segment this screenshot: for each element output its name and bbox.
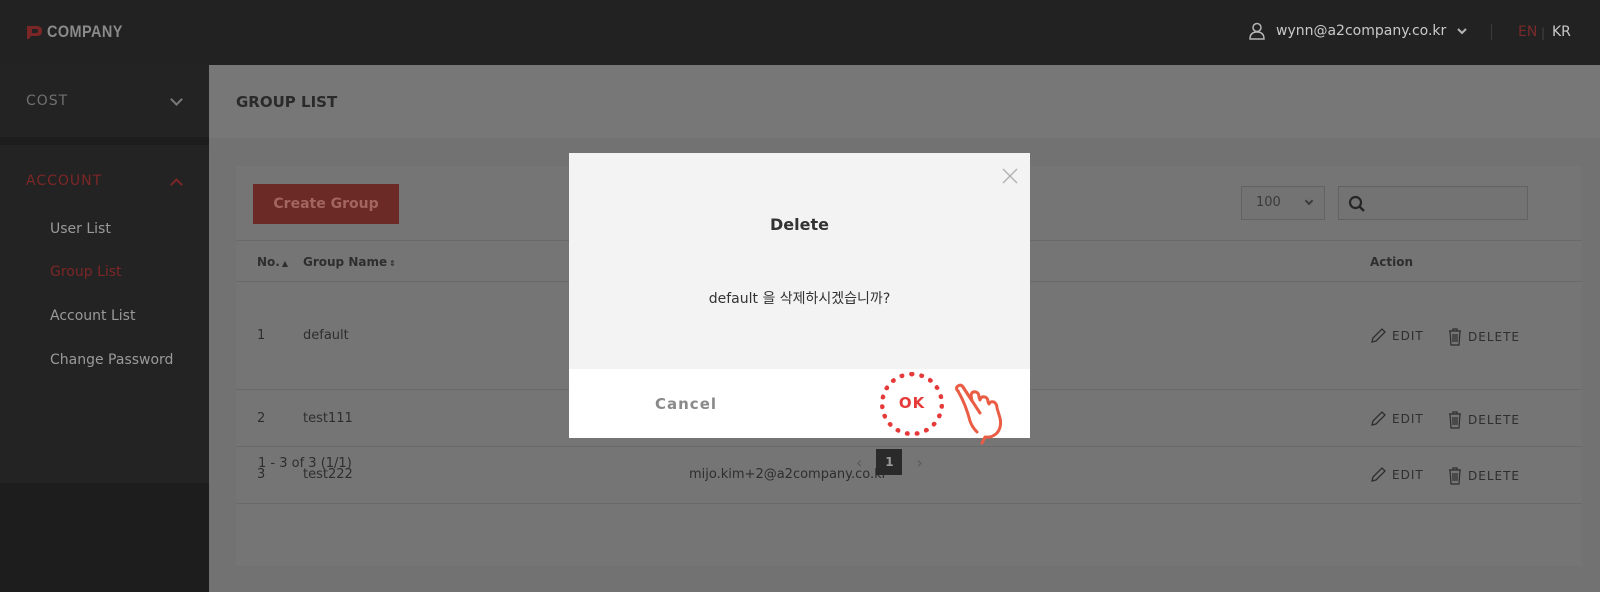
dialog-footer: Cancel OK <box>569 369 1030 445</box>
trash-icon <box>1449 411 1461 429</box>
dialog-message: default 을 삭제하시겠습니까? <box>708 291 891 307</box>
sidebar-section-account[interactable]: ACCOUNT User List Group List Account Lis… <box>0 145 209 483</box>
sidebar-item-user-list[interactable]: User List <box>50 221 111 237</box>
logo-text: COMPANY <box>47 22 123 41</box>
group-name: test111 <box>303 411 353 426</box>
user-email: wynn@a2company.co.kr <box>1276 23 1447 39</box>
page-title-bar: GROUP LIST <box>209 65 1600 138</box>
column-header-group-name[interactable]: Group Name ⇕ <box>303 255 396 269</box>
delete-button[interactable]: DELETE <box>1447 327 1520 347</box>
pointing-hand-icon <box>955 383 1003 445</box>
company-logo[interactable]: COMPANY <box>25 22 136 42</box>
sidebar: COST ACCOUNT User List Group List Accoun… <box>0 65 209 592</box>
sidebar-item-change-password[interactable]: Change Password <box>50 352 173 368</box>
edit-button[interactable]: EDIT <box>1369 410 1424 428</box>
chevron-up-icon <box>170 178 183 191</box>
user-icon <box>1249 22 1265 40</box>
delete-button[interactable]: DELETE <box>1447 410 1520 430</box>
header-divider <box>1491 24 1492 40</box>
page-number-button[interactable]: 1 <box>876 449 903 475</box>
sidebar-section-label: COST <box>26 93 69 109</box>
dialog-title: Delete <box>770 215 829 234</box>
search-input[interactable] <box>1338 186 1528 220</box>
pencil-icon <box>1371 411 1386 426</box>
page-title: GROUP LIST <box>236 93 338 111</box>
row-number: 2 <box>257 411 266 426</box>
close-icon[interactable] <box>1001 167 1019 185</box>
chevron-down-icon <box>1304 196 1314 206</box>
pencil-icon <box>1371 328 1386 343</box>
chevron-down-icon <box>170 93 183 106</box>
delete-confirm-dialog: Delete default 을 삭제하시겠습니까? Cancel OK <box>569 153 1030 445</box>
row-number: 1 <box>257 328 266 343</box>
sidebar-item-group-list[interactable]: Group List <box>50 264 122 280</box>
prev-page-icon[interactable]: ‹ <box>856 453 862 472</box>
group-name: default <box>303 328 349 343</box>
chevron-down-icon[interactable] <box>1456 25 1468 37</box>
sidebar-item-account-list[interactable]: Account List <box>50 308 135 324</box>
create-group-button[interactable]: Create Group <box>253 184 399 224</box>
column-header-action: Action <box>1370 255 1414 269</box>
lang-divider: | <box>1541 26 1546 40</box>
edit-button[interactable]: EDIT <box>1369 327 1424 345</box>
search-icon <box>1348 195 1365 212</box>
table-footer: 1 - 3 of 3 (1/1) ‹ 1 › <box>236 439 1582 489</box>
pagination: ‹ 1 › <box>856 449 923 475</box>
ok-button[interactable]: OK <box>889 394 935 412</box>
column-header-no[interactable]: No. ▲ <box>257 255 288 269</box>
sidebar-section-label: ACCOUNT <box>26 173 103 189</box>
per-page-value: 100 <box>1256 195 1281 210</box>
sidebar-section-cost[interactable]: COST <box>0 65 209 137</box>
trash-icon <box>1449 328 1461 346</box>
cancel-button[interactable]: Cancel <box>655 395 717 413</box>
user-menu[interactable]: wynn@a2company.co.kr <box>1248 22 1468 40</box>
lang-en-button[interactable]: EN <box>1518 24 1537 40</box>
next-page-icon[interactable]: › <box>916 453 922 472</box>
sort-icon: ⇕ <box>389 259 396 268</box>
sort-asc-icon: ▲ <box>281 259 289 268</box>
pagination-summary: 1 - 3 of 3 (1/1) <box>258 456 352 471</box>
per-page-select[interactable]: 100 <box>1241 186 1325 220</box>
logo-icon <box>27 26 42 39</box>
top-header: COMPANY wynn@a2company.co.kr EN | KR <box>0 0 1600 65</box>
lang-kr-button[interactable]: KR <box>1552 24 1571 40</box>
